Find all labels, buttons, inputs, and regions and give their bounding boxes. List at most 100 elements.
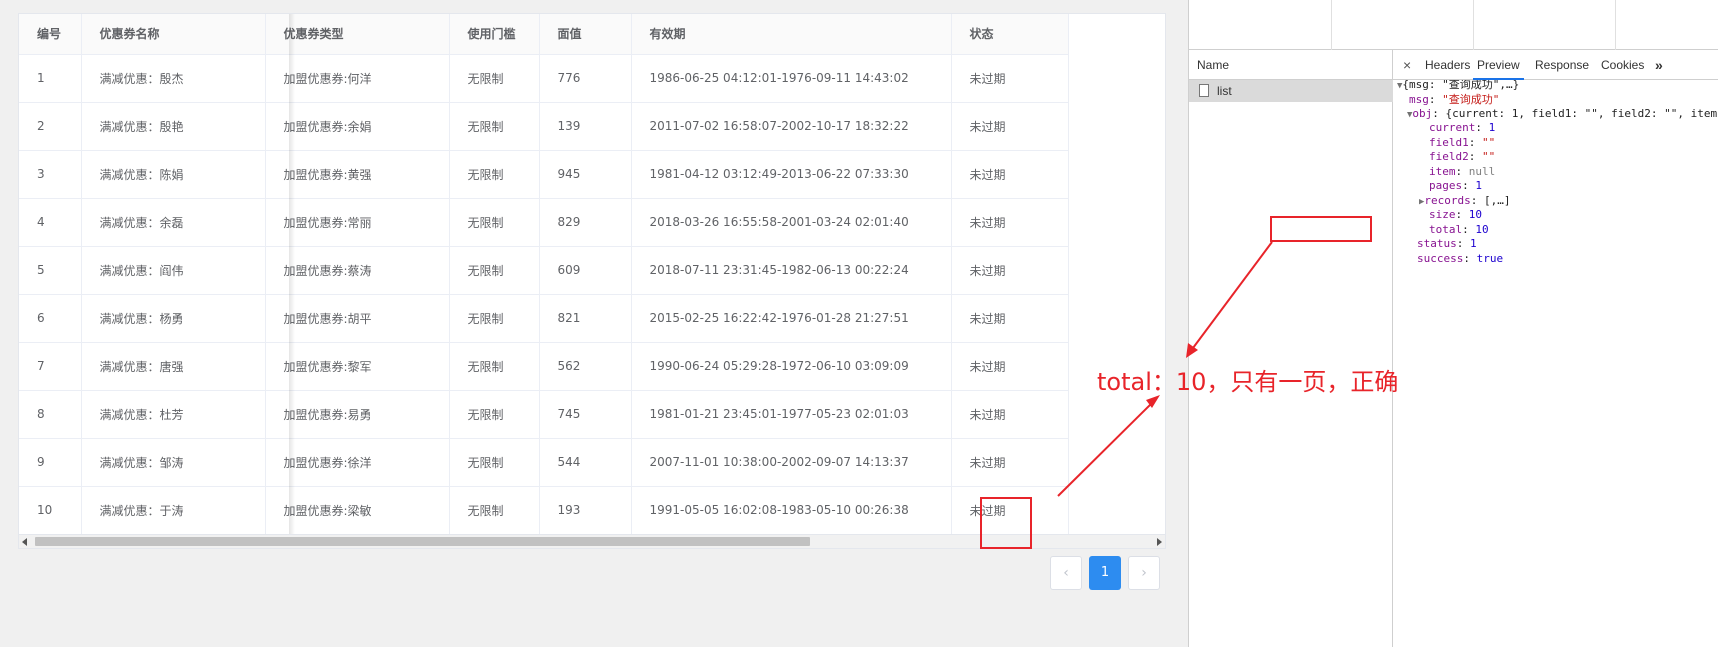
cell-threshold: 无限制 bbox=[449, 342, 540, 391]
waterfall-gridline bbox=[1331, 0, 1332, 50]
next-page-button[interactable]: › bbox=[1128, 556, 1160, 590]
app-area: 编号 优惠券名称 优惠券类型 使用门槛 面值 有效期 状态 1 满减优惠：殷杰 加盟… bbox=[0, 0, 1188, 647]
cell-type: 加盟优惠券:蔡涛 bbox=[265, 246, 450, 295]
name-column-header[interactable]: Name bbox=[1189, 50, 1393, 80]
request-list: Name list bbox=[1189, 50, 1393, 647]
prev-page-button[interactable]: ‹ bbox=[1050, 556, 1082, 590]
json-status-line: status: 1 bbox=[1417, 237, 1477, 250]
tab-preview[interactable]: Preview bbox=[1473, 50, 1524, 80]
table-row[interactable]: 10 满减优惠：于涛 加盟优惠券:梁敏 无限制 193 1991-05-05 16:02:… bbox=[19, 486, 1069, 535]
table-row[interactable]: 5 满减优惠：阎伟 加盟优惠券:蔡涛 无限制 609 2018-07-11 23:31:4… bbox=[19, 246, 1069, 295]
json-field2-line: field2: "" bbox=[1429, 150, 1496, 163]
cell-threshold: 无限制 bbox=[449, 438, 540, 487]
column-header-value[interactable]: 面值 bbox=[539, 14, 632, 55]
scroll-left-icon[interactable] bbox=[22, 538, 27, 546]
json-pages-line: pages: 1 bbox=[1429, 179, 1482, 192]
cell-name: 满减优惠：殷艳 bbox=[81, 102, 266, 151]
table-row[interactable]: 1 满减优惠：殷杰 加盟优惠券:何洋 无限制 776 1986-06-25 04:12:0… bbox=[19, 54, 1069, 103]
annotation-text: total：10，只有一页，正确 bbox=[1097, 368, 1399, 396]
json-success-line: success: true bbox=[1417, 252, 1504, 265]
close-icon[interactable]: × bbox=[1403, 50, 1411, 80]
json-item-line: item: null bbox=[1429, 165, 1496, 178]
cell-id: 3 bbox=[19, 150, 82, 199]
cell-name: 满减优惠：于涛 bbox=[81, 486, 266, 535]
devtools-panel: Name list × Headers Preview Response Coo… bbox=[1188, 0, 1718, 647]
json-msg-line: msg: "查询成功" bbox=[1409, 93, 1500, 106]
cell-threshold: 无限制 bbox=[449, 150, 540, 199]
cell-threshold: 无限制 bbox=[449, 102, 540, 151]
column-header-status[interactable]: 状态 bbox=[951, 14, 1069, 55]
json-total-line: total: 10 bbox=[1429, 223, 1489, 236]
cell-validity: 1981-01-21 23:45:01-1977-05-23 02:01:03 bbox=[631, 390, 952, 439]
cell-validity: 1981-04-12 03:12:49-2013-06-22 07:33:30 bbox=[631, 150, 952, 199]
column-header-name[interactable]: 优惠券名称 bbox=[81, 14, 266, 55]
cell-validity: 2007-11-01 10:38:00-2002-09-07 14:13:37 bbox=[631, 438, 952, 487]
cell-type: 加盟优惠券:黄强 bbox=[265, 150, 450, 199]
request-name: list bbox=[1217, 84, 1232, 98]
table-row[interactable]: 8 满减优惠：杜芳 加盟优惠券:易勇 无限制 745 1981-01-21 23:45:0… bbox=[19, 390, 1069, 439]
column-header-type[interactable]: 优惠券类型 bbox=[265, 14, 450, 55]
cell-validity: 2015-02-25 16:22:42-1976-01-28 21:27:51 bbox=[631, 294, 952, 343]
cell-name: 满减优惠：杜芳 bbox=[81, 390, 266, 439]
cell-value: 745 bbox=[539, 390, 632, 439]
page-number-1[interactable]: 1 bbox=[1089, 556, 1121, 590]
scroll-right-icon[interactable] bbox=[1157, 538, 1162, 546]
tab-headers[interactable]: Headers bbox=[1425, 50, 1470, 80]
cell-value: 609 bbox=[539, 246, 632, 295]
cell-status: 未过期 bbox=[951, 486, 1069, 535]
cell-status: 未过期 bbox=[951, 438, 1069, 487]
cell-validity: 1991-05-05 16:02:08-1983-05-10 00:26:38 bbox=[631, 486, 952, 535]
table-row[interactable]: 6 满减优惠：杨勇 加盟优惠券:胡平 无限制 821 2015-02-25 16:22:4… bbox=[19, 294, 1069, 343]
cell-validity: 1986-06-25 04:12:01-1976-09-11 14:43:02 bbox=[631, 54, 952, 103]
cell-type: 加盟优惠券:黎军 bbox=[265, 342, 450, 391]
cell-name: 满减优惠：余磊 bbox=[81, 198, 266, 247]
cell-status: 未过期 bbox=[951, 150, 1069, 199]
request-row-list[interactable]: list bbox=[1189, 80, 1393, 102]
scrollbar-thumb[interactable] bbox=[35, 537, 810, 546]
cell-type: 加盟优惠券:徐洋 bbox=[265, 438, 450, 487]
json-preview: ▼{msg: "查询成功",…} msg: "查询成功" ▼obj: {curr… bbox=[1393, 80, 1718, 647]
horizontal-scrollbar[interactable] bbox=[19, 534, 1165, 548]
cell-id: 2 bbox=[19, 102, 82, 151]
cell-status: 未过期 bbox=[951, 198, 1069, 247]
cell-validity: 2011-07-02 16:58:07-2002-10-17 18:32:22 bbox=[631, 102, 952, 151]
cell-name: 满减优惠：阎伟 bbox=[81, 246, 266, 295]
cell-id: 1 bbox=[19, 54, 82, 103]
cell-name: 满减优惠：陈娟 bbox=[81, 150, 266, 199]
cell-name: 满减优惠：杨勇 bbox=[81, 294, 266, 343]
cell-validity: 2018-03-26 16:55:58-2001-03-24 02:01:40 bbox=[631, 198, 952, 247]
network-waterfall bbox=[1189, 0, 1718, 50]
table-body: 1 满减优惠：殷杰 加盟优惠券:何洋 无限制 776 1986-06-25 04:12:0… bbox=[19, 54, 1069, 535]
more-tabs-icon[interactable]: » bbox=[1655, 50, 1663, 80]
cell-status: 未过期 bbox=[951, 294, 1069, 343]
table-row[interactable]: 3 满减优惠：陈娟 加盟优惠券:黄强 无限制 945 1981-04-12 03:12:4… bbox=[19, 150, 1069, 199]
cell-validity: 1990-06-24 05:29:28-1972-06-10 03:09:09 bbox=[631, 342, 952, 391]
table-row[interactable]: 7 满减优惠：唐强 加盟优惠券:黎军 无限制 562 1990-06-24 05:29:2… bbox=[19, 342, 1069, 391]
file-icon bbox=[1199, 84, 1209, 97]
cell-type: 加盟优惠券:余娟 bbox=[265, 102, 450, 151]
cell-threshold: 无限制 bbox=[449, 246, 540, 295]
cell-type: 加盟优惠券:梁敏 bbox=[265, 486, 450, 535]
tab-cookies[interactable]: Cookies bbox=[1601, 50, 1644, 80]
table-row[interactable]: 2 满减优惠：殷艳 加盟优惠券:余娟 无限制 139 2011-07-02 16:58:0… bbox=[19, 102, 1069, 151]
cell-value: 821 bbox=[539, 294, 632, 343]
cell-value: 193 bbox=[539, 486, 632, 535]
cell-value: 829 bbox=[539, 198, 632, 247]
json-current-line: current: 1 bbox=[1429, 121, 1496, 134]
column-header-threshold[interactable]: 使用门槛 bbox=[449, 14, 540, 55]
table-row[interactable]: 4 满减优惠：余磊 加盟优惠券:常丽 无限制 829 2018-03-26 16:55:5… bbox=[19, 198, 1069, 247]
cell-value: 776 bbox=[539, 54, 632, 103]
tab-response[interactable]: Response bbox=[1535, 50, 1589, 80]
column-header-validity[interactable]: 有效期 bbox=[631, 14, 952, 55]
cell-id: 4 bbox=[19, 198, 82, 247]
cell-id: 7 bbox=[19, 342, 82, 391]
cell-value: 544 bbox=[539, 438, 632, 487]
chevron-right-icon: › bbox=[1141, 565, 1147, 581]
column-header-id[interactable]: 编号 bbox=[19, 14, 82, 55]
table-row[interactable]: 9 满减优惠：邹涛 加盟优惠券:徐洋 无限制 544 2007-11-01 10:38:0… bbox=[19, 438, 1069, 487]
cell-name: 满减优惠：唐强 bbox=[81, 342, 266, 391]
cell-threshold: 无限制 bbox=[449, 294, 540, 343]
cell-threshold: 无限制 bbox=[449, 54, 540, 103]
cell-status: 未过期 bbox=[951, 102, 1069, 151]
cell-value: 562 bbox=[539, 342, 632, 391]
